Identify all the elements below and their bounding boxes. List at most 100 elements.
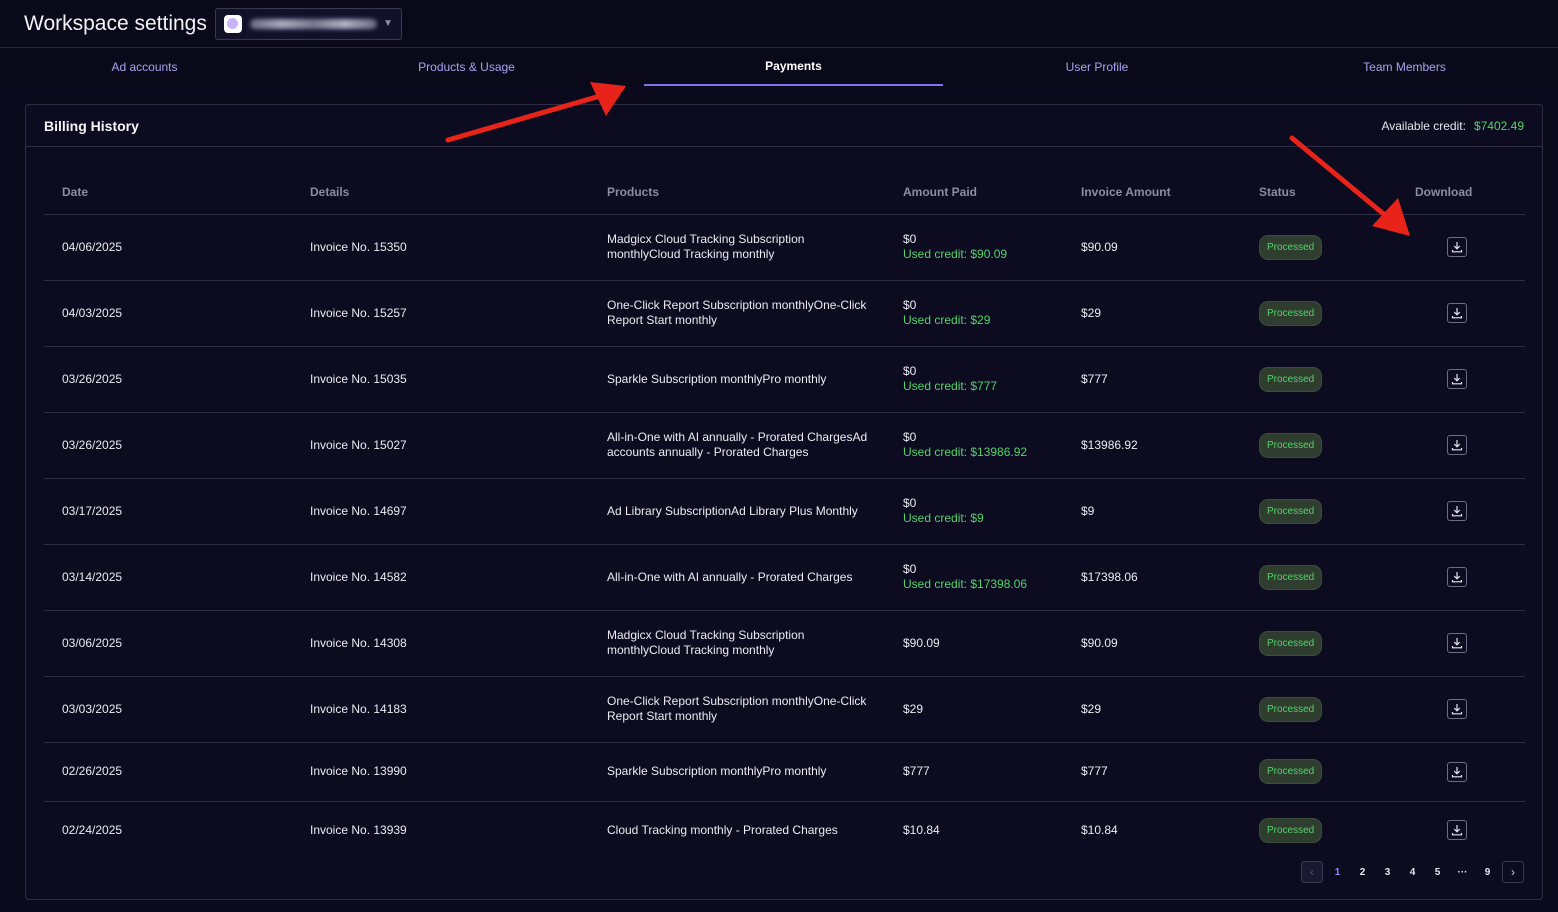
- pagination-prev-button[interactable]: ‹: [1301, 861, 1323, 883]
- pagination-next-button[interactable]: ›: [1502, 861, 1524, 883]
- billing-history-title: Billing History: [44, 117, 139, 134]
- download-button[interactable]: [1447, 303, 1467, 323]
- cell-amount-paid: $0 Used credit: $9: [885, 478, 1063, 545]
- used-credit: Used credit: $29: [903, 313, 991, 327]
- cell-date: 02/26/2025: [44, 742, 292, 802]
- status-badge: Processed: [1259, 498, 1323, 524]
- tab-user-profile[interactable]: User Profile: [943, 48, 1251, 86]
- credit-value: $7402.49: [1473, 118, 1524, 133]
- cell-download: [1397, 610, 1525, 677]
- workspace-selector[interactable]: ▼: [214, 7, 402, 40]
- col-products: Products: [589, 170, 885, 215]
- cell-status: Processed: [1241, 544, 1397, 611]
- cell-status: Processed: [1241, 412, 1397, 479]
- workspace-name-blurred: [249, 18, 377, 29]
- tab-team-members[interactable]: Team Members: [1251, 48, 1558, 86]
- cell-products: One-Click Report Subscription monthlyOne…: [589, 280, 885, 347]
- download-button[interactable]: [1447, 237, 1467, 257]
- download-icon: [1451, 506, 1463, 517]
- cell-download: [1397, 544, 1525, 611]
- billing-history-card: Billing History Available credit: $7402.4…: [25, 104, 1543, 900]
- download-button[interactable]: [1447, 369, 1467, 389]
- cell-invoice-amount: $10.84: [1081, 822, 1118, 837]
- page-4[interactable]: 4: [1402, 861, 1423, 883]
- cell-status: Processed: [1241, 610, 1397, 677]
- cell-products: Madgicx Cloud Tracking Subscription mont…: [589, 610, 885, 677]
- cell-details: Invoice No. 15035: [292, 346, 589, 413]
- status-badge: Processed: [1259, 234, 1323, 260]
- used-credit: Used credit: $777: [903, 379, 998, 393]
- cell-details: Invoice No. 14582: [292, 544, 589, 611]
- download-icon: [1451, 825, 1463, 836]
- download-icon: [1451, 638, 1463, 649]
- amount-paid: $0: [903, 562, 917, 576]
- col-date: Date: [44, 170, 292, 215]
- table-row: 03/14/2025 Invoice No. 14582 All-in-One …: [44, 544, 1525, 611]
- download-button[interactable]: [1447, 435, 1467, 455]
- download-icon: [1451, 242, 1463, 253]
- cell-status: Processed: [1241, 676, 1397, 743]
- page-title: Workspace settings: [24, 11, 207, 35]
- status-badge: Processed: [1259, 630, 1323, 656]
- cell-invoice-amount: $90.09: [1063, 214, 1241, 281]
- cell-amount-paid: $0 Used credit: $777: [885, 346, 1063, 413]
- amount-paid: $0: [903, 364, 917, 378]
- download-button[interactable]: [1447, 633, 1467, 653]
- download-button[interactable]: [1447, 567, 1467, 587]
- page-2[interactable]: 2: [1352, 861, 1373, 883]
- download-button[interactable]: [1447, 761, 1467, 782]
- tab-products-usage[interactable]: Products & Usage: [289, 48, 644, 86]
- cell-invoice-amount: $777: [1063, 742, 1241, 802]
- download-icon: [1451, 308, 1463, 319]
- cell-download: [1397, 676, 1525, 743]
- page-5[interactable]: 5: [1427, 861, 1448, 883]
- cell-amount-paid: $0 Used credit: $17398.06: [885, 544, 1063, 611]
- cell-products: One-Click Report Subscription monthlyOne…: [589, 676, 885, 743]
- download-icon: [1451, 572, 1463, 583]
- settings-tabs: Ad accounts Products & Usage Payments Us…: [0, 48, 1558, 86]
- cell-details: Invoice No. 14697: [292, 478, 589, 545]
- cell-download: [1397, 801, 1525, 859]
- status-badge: Processed: [1259, 696, 1323, 722]
- tab-payments[interactable]: Payments: [644, 48, 943, 86]
- page-1[interactable]: 1: [1327, 861, 1348, 883]
- cell-details: Invoice No. 14183: [292, 676, 589, 743]
- cell-invoice-amount: $17398.06: [1063, 544, 1241, 611]
- page-ellipsis: ···: [1457, 866, 1468, 878]
- status-badge: Processed: [1259, 366, 1323, 392]
- used-credit: Used credit: $90.09: [903, 247, 1008, 261]
- cell-invoice-amount: $9: [1063, 478, 1241, 545]
- cell-date: 03/26/2025: [44, 412, 292, 479]
- page-9[interactable]: 9: [1477, 861, 1498, 883]
- download-icon: [1451, 440, 1463, 451]
- workspace-avatar: [223, 14, 242, 33]
- cell-products: Ad Library SubscriptionAd Library Plus M…: [589, 478, 885, 545]
- cell-status: Processed: [1241, 801, 1397, 859]
- col-details: Details: [292, 170, 589, 215]
- page-3[interactable]: 3: [1377, 861, 1398, 883]
- pagination: ‹ 1 2 3 4 5 ··· 9 ›: [1301, 861, 1524, 883]
- tab-ad-accounts[interactable]: Ad accounts: [0, 48, 289, 86]
- cell-amount-paid: $10.84: [885, 801, 1063, 859]
- cell-amount-paid: $0 Used credit: $90.09: [885, 214, 1063, 281]
- status-badge: Processed: [1259, 432, 1323, 458]
- amount-paid: $0: [903, 298, 917, 312]
- used-credit: Used credit: $9: [903, 511, 984, 525]
- amount-paid: $0: [903, 232, 917, 246]
- cell-details: Invoice No. 15350: [292, 214, 589, 281]
- status-badge: Processed: [1259, 759, 1323, 784]
- cell-status: Processed: [1241, 478, 1397, 545]
- download-button[interactable]: [1447, 501, 1467, 521]
- cell-invoice-amount: $29: [1063, 280, 1241, 347]
- cell-status: Processed: [1241, 280, 1397, 347]
- cell-details: Invoice No. 14308: [292, 610, 589, 677]
- cell-date: 03/26/2025: [44, 346, 292, 413]
- cell-download: [1397, 280, 1525, 347]
- cell-download: [1397, 214, 1525, 281]
- table-row: 02/24/2025 Invoice No. 13939 Cloud Track…: [44, 801, 1525, 859]
- status-badge: Processed: [1259, 817, 1323, 843]
- cell-amount-paid: $90.09: [885, 610, 1063, 677]
- amount-paid: $777: [903, 764, 930, 778]
- download-button[interactable]: [1447, 699, 1467, 719]
- download-button[interactable]: [1447, 820, 1467, 841]
